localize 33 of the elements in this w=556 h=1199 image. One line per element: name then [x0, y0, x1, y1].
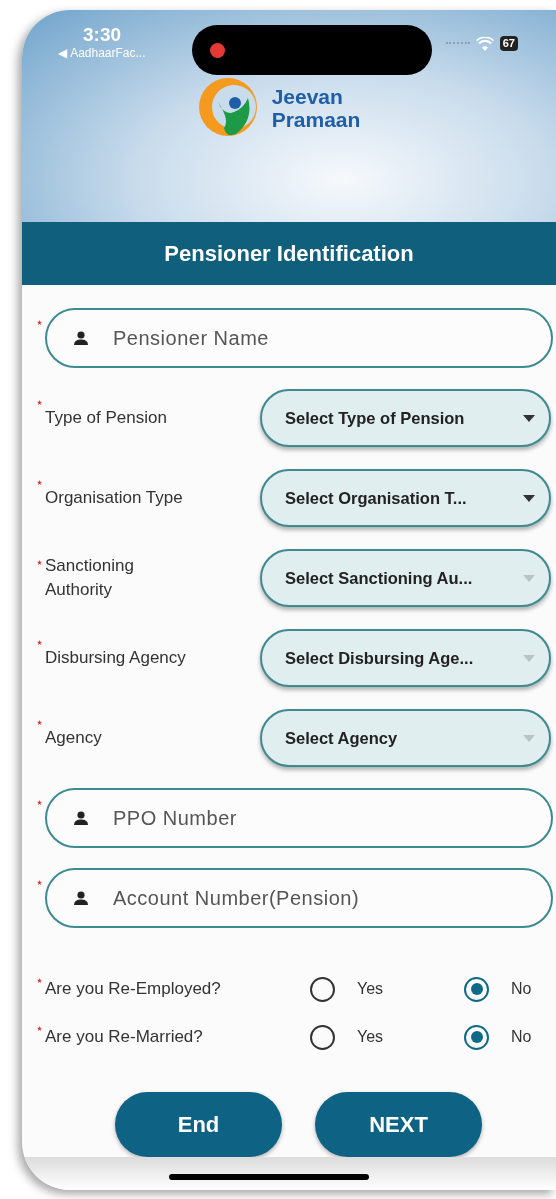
app-name: Jeevan: [271, 85, 344, 108]
radio-button[interactable]: [464, 976, 489, 1002]
recording-indicator-icon: [210, 42, 225, 58]
radio-label: No: [511, 979, 532, 999]
field-label: Agency: [45, 727, 103, 749]
question-label: Are you Re-Employed?: [45, 978, 222, 1001]
radio-label: Yes: [357, 979, 384, 999]
radio-label: No: [511, 1027, 532, 1047]
input-field[interactable]: PPO Number: [45, 788, 553, 848]
field-label: Type of Pension: [45, 407, 168, 429]
field-label: Disbursing Agency: [45, 647, 187, 669]
radio-button[interactable]: [464, 1024, 489, 1050]
person-icon: [73, 331, 89, 345]
dropdown-field[interactable]: Select Type of Pension: [260, 389, 551, 447]
wifi-icon: [475, 36, 494, 51]
input-field[interactable]: Account Number(Pension): [45, 868, 553, 928]
next-button[interactable]: NEXT: [315, 1092, 482, 1157]
signal-icon: [445, 42, 470, 45]
dropdown-field[interactable]: Select Organisation T...: [260, 469, 551, 527]
person-icon: [73, 811, 89, 825]
battery-indicator: 67: [499, 36, 518, 51]
radio-button[interactable]: [310, 976, 335, 1002]
app-name: Pramaan: [271, 108, 361, 131]
page-title: Pensioner Identification: [164, 240, 414, 268]
question-label: Are you Re-Married?: [45, 1026, 204, 1049]
field-label: Sanctioning Authority: [45, 555, 135, 601]
input-field[interactable]: Pensioner Name: [45, 308, 553, 368]
field-label: Organisation Type: [45, 487, 184, 509]
status-time: 3:30: [83, 24, 121, 46]
radio-label: Yes: [357, 1027, 384, 1047]
end-button[interactable]: End: [115, 1092, 282, 1157]
radio-button[interactable]: [310, 1024, 335, 1050]
person-icon: [73, 891, 89, 905]
